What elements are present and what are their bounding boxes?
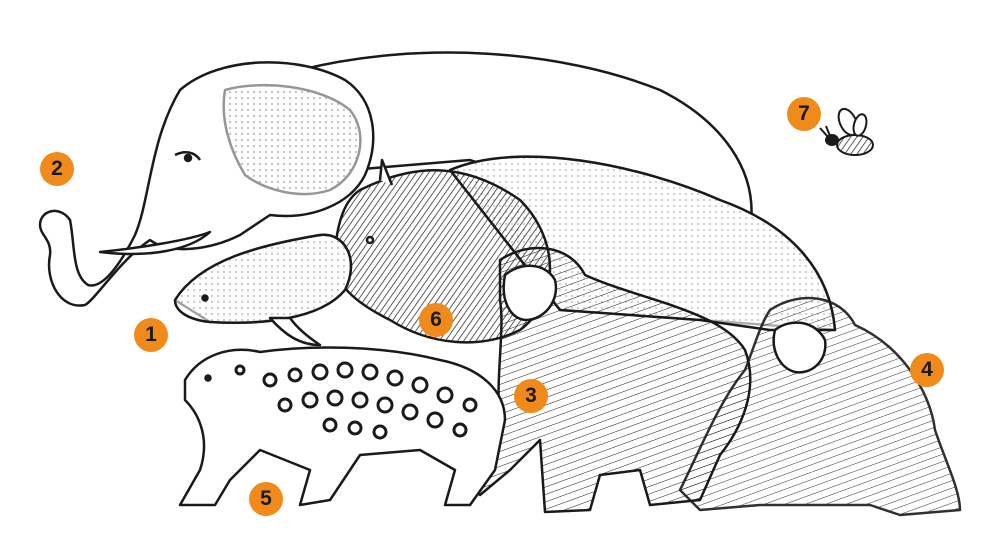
animal-illustration [38, 51, 962, 517]
number-badge-gorilla: 3 [514, 379, 548, 413]
porpoise-figure [173, 233, 353, 347]
number-badge-orangutan: 4 [910, 353, 944, 387]
bee-figure [819, 107, 874, 156]
number-badge-porpoise: 1 [134, 318, 168, 352]
number-badge-elephant: 2 [40, 152, 74, 186]
number-badge-bee: 7 [787, 97, 821, 131]
illustration-stage: 1 2 3 4 5 6 7 [0, 0, 1000, 551]
jaguar-figure [178, 346, 507, 507]
number-badge-jaguar: 5 [249, 482, 283, 516]
number-badge-bison: 6 [419, 303, 453, 337]
